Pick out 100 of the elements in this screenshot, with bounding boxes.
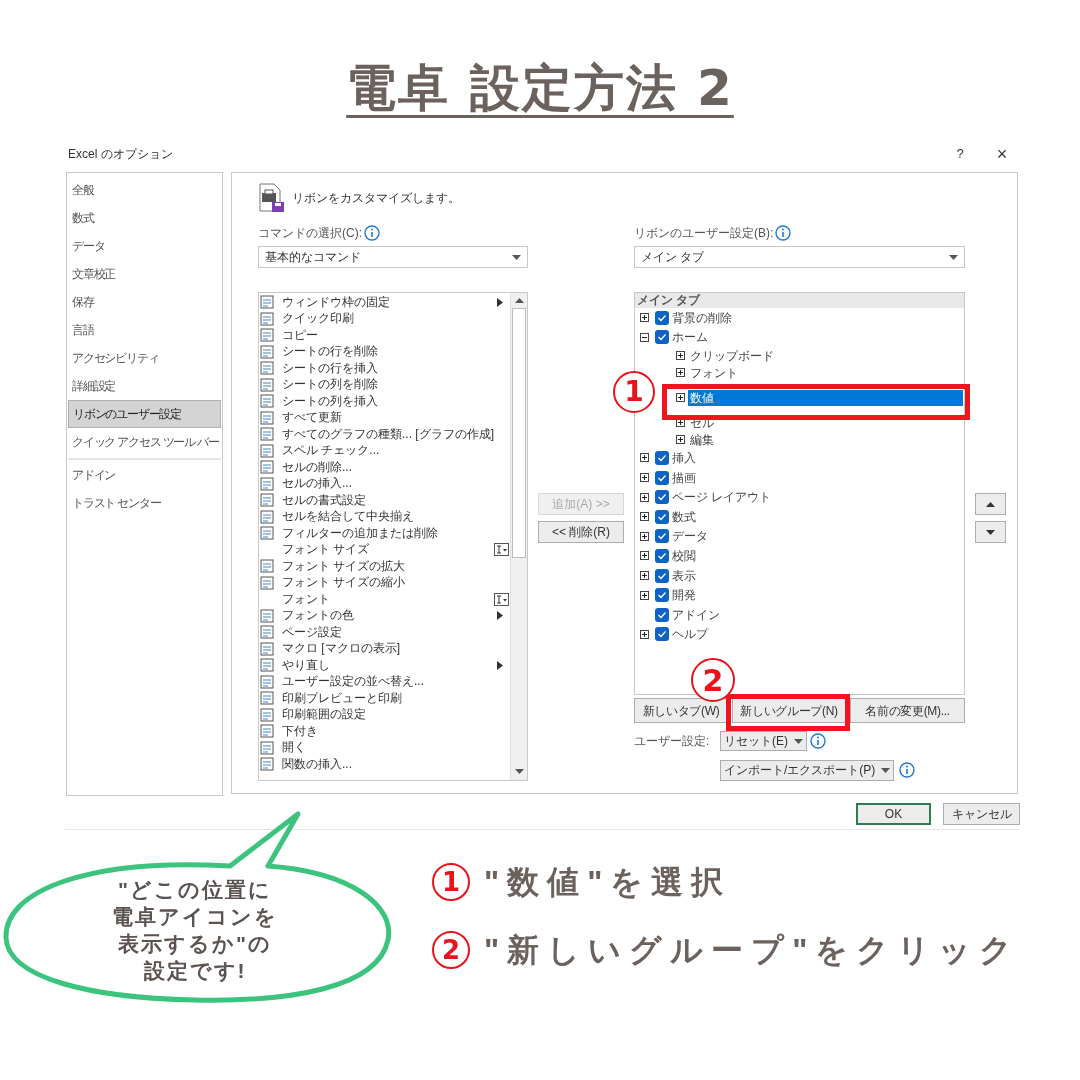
sidebar-item[interactable]: トラスト センター	[68, 489, 221, 517]
sidebar-item[interactable]: クイック アクセス ツール バー	[68, 428, 221, 456]
group-item[interactable]: セル	[688, 414, 963, 431]
dialog-button[interactable]: キャンセル	[943, 803, 1020, 825]
collapse-icon[interactable]	[640, 332, 649, 342]
command-item[interactable]: シートの列を削除	[282, 377, 378, 393]
tab-item[interactable]: 数式	[672, 507, 696, 526]
ribbon-button[interactable]: 新しいグループ(N)	[732, 698, 846, 723]
command-item[interactable]: フォント サイズの縮小	[282, 575, 406, 591]
sidebar-item[interactable]: データ	[68, 232, 221, 260]
sidebar-item[interactable]: アドイン	[68, 461, 221, 489]
expand-icon[interactable]	[676, 418, 685, 428]
expand-icon[interactable]	[640, 571, 649, 581]
sidebar-item[interactable]: リボンのユーザー設定	[68, 400, 221, 428]
command-item[interactable]: 関数の挿入...	[282, 756, 352, 772]
checkbox[interactable]	[655, 568, 669, 583]
expand-icon[interactable]	[640, 453, 649, 463]
commands-dropdown[interactable]: 基本的なコマンド	[258, 246, 528, 268]
scroll-up-icon[interactable]	[514, 298, 524, 303]
checkbox[interactable]	[655, 529, 669, 544]
sidebar-item[interactable]: 詳細設定	[68, 372, 221, 400]
command-item[interactable]: すべて更新	[282, 410, 342, 426]
expand-icon[interactable]	[640, 531, 649, 541]
close-button[interactable]: ×	[992, 145, 1012, 163]
expand-icon[interactable]	[640, 313, 649, 323]
tab-item[interactable]: 開発	[672, 586, 696, 605]
sidebar-item[interactable]: 保存	[68, 288, 221, 316]
command-item[interactable]: 開く	[282, 740, 306, 756]
scrollbar-thumb[interactable]	[512, 308, 526, 558]
command-item[interactable]: セルの挿入...	[282, 476, 352, 492]
command-item[interactable]: すべてのグラフの種類... [グラフの作成]	[282, 426, 494, 442]
command-item[interactable]: やり直し	[282, 657, 330, 673]
expand-icon[interactable]	[676, 351, 685, 361]
checkbox[interactable]	[655, 509, 669, 524]
move-down-button[interactable]	[975, 521, 1006, 543]
command-item[interactable]: ページ設定	[282, 624, 342, 640]
checkbox[interactable]	[655, 548, 669, 563]
checkbox[interactable]	[655, 470, 669, 485]
caret-icon[interactable]	[881, 767, 891, 773]
sidebar-item[interactable]: 言語	[68, 316, 221, 344]
tab-item[interactable]: 挿入	[672, 449, 696, 467]
sidebar-item[interactable]: 数式	[68, 204, 221, 232]
expand-icon[interactable]	[676, 368, 685, 378]
checkbox[interactable]	[655, 607, 669, 622]
group-item[interactable]: クリップボード	[688, 347, 963, 364]
checkbox[interactable]	[655, 588, 669, 603]
command-item[interactable]: セルを結合して中央揃え	[282, 509, 414, 525]
expand-icon[interactable]	[640, 551, 649, 561]
command-item[interactable]: マクロ [マクロの表示]	[282, 641, 400, 657]
command-item[interactable]: シートの行を挿入	[282, 360, 378, 376]
checkbox[interactable]	[655, 310, 669, 325]
caret-icon[interactable]	[949, 254, 958, 260]
move-up-button[interactable]	[975, 493, 1006, 515]
sidebar-item[interactable]: 文章校正	[68, 260, 221, 288]
tab-item[interactable]: ホーム	[672, 328, 708, 347]
tab-item[interactable]: ページ レイアウト	[672, 488, 772, 507]
caret-icon[interactable]	[512, 254, 521, 260]
sidebar-item[interactable]: アクセシビリティ	[68, 344, 221, 372]
expand-icon[interactable]	[640, 492, 649, 502]
expand-icon[interactable]	[640, 590, 649, 600]
ribbon-dropdown[interactable]: メイン タブ	[634, 246, 965, 268]
command-item[interactable]: 印刷範囲の設定	[282, 707, 366, 723]
ribbon-button[interactable]: 新しいタブ(W)	[634, 698, 728, 723]
checkbox[interactable]	[655, 330, 669, 345]
command-item[interactable]: 下付き	[282, 723, 318, 739]
reset-button[interactable]: リセット(E)	[720, 731, 807, 751]
expand-icon[interactable]	[640, 473, 649, 483]
scrollbar[interactable]	[510, 293, 527, 780]
group-item[interactable]: 編集	[688, 431, 963, 448]
expand-icon[interactable]	[676, 393, 685, 403]
command-item[interactable]: フォント サイズ	[282, 542, 370, 558]
expand-icon[interactable]	[640, 512, 649, 522]
command-item[interactable]: フォント	[282, 591, 330, 607]
checkbox[interactable]	[655, 627, 669, 642]
command-item[interactable]: ウィンドウ枠の固定	[282, 294, 390, 310]
help-button[interactable]: ?	[950, 144, 970, 164]
dialog-button[interactable]: OK	[856, 803, 931, 825]
command-item[interactable]: シートの列を挿入	[282, 393, 378, 409]
scroll-down-icon[interactable]	[514, 769, 524, 774]
expand-icon[interactable]	[676, 435, 685, 445]
command-item[interactable]: ユーザー設定の並べ替え...	[282, 674, 424, 690]
tab-item[interactable]: 背景の削除	[672, 308, 732, 327]
ribbon-button[interactable]: 名前の変更(M)...	[850, 698, 965, 723]
command-item[interactable]: セルの書式設定	[282, 492, 366, 508]
tab-item[interactable]: 校閲	[672, 546, 696, 565]
command-item[interactable]: フィルターの追加または削除	[282, 525, 438, 541]
group-item[interactable]: 数値	[688, 389, 963, 406]
tab-item[interactable]: アドイン	[672, 605, 720, 624]
command-item[interactable]: フォントの色	[282, 608, 354, 624]
tab-item[interactable]: データ	[672, 527, 708, 546]
command-item[interactable]: セルの削除...	[282, 459, 352, 475]
checkbox[interactable]	[655, 490, 669, 505]
caret-icon[interactable]	[794, 738, 803, 744]
command-item[interactable]: シートの行を削除	[282, 344, 378, 360]
expand-icon[interactable]	[640, 629, 649, 639]
checkbox[interactable]	[655, 451, 669, 465]
remove-button[interactable]: << 削除(R)	[538, 521, 624, 543]
import-export-button[interactable]: インポート/エクスポート(P)	[720, 759, 895, 781]
tab-item[interactable]: 表示	[672, 566, 696, 585]
tab-item[interactable]: ヘルプ	[672, 625, 708, 644]
